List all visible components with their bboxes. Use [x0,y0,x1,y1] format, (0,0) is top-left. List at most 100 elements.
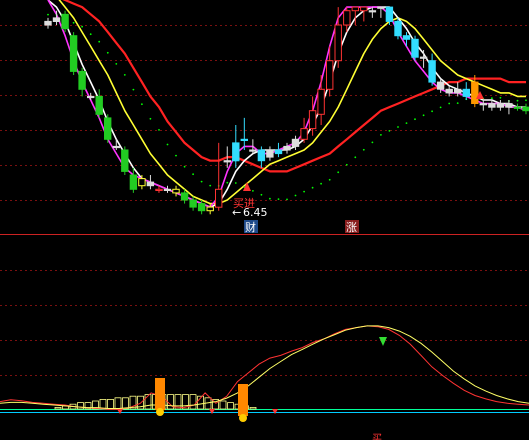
candle-body [283,145,291,151]
dotted-ma-point [380,134,382,136]
rise-badge-label: 涨 [346,221,357,234]
dotted-ma-point [499,96,502,99]
flame-base [156,408,164,416]
low-arrow-marker: ← [232,206,241,219]
dotted-ma-point [491,97,493,100]
candle-body [291,138,300,147]
candle-body [334,24,342,62]
candle-body [69,35,78,72]
candle-body [121,149,129,172]
candle-body [87,95,95,99]
ma-white-line [47,0,526,208]
candle-body [419,56,428,59]
dotted-ma-point [303,190,305,193]
dotted-ma-point [269,197,271,200]
indicator-bar [144,394,152,410]
dotted-ma-point [311,186,314,189]
candle-body [505,103,513,108]
dotted-ma-point [175,154,177,157]
candle-body [155,188,163,192]
candle-body [163,188,172,192]
dotted-ma-point [371,141,374,144]
candle-body [436,81,445,90]
dotted-ma-point [345,163,348,166]
candle-body [129,174,138,190]
candle-body [172,188,180,194]
candle-body [343,10,351,26]
candle-body [471,81,479,104]
dotted-ma-point [422,114,425,117]
dotted-ma-point [431,110,433,113]
dotted-ma-point [209,184,212,187]
candle-body [394,20,402,37]
down-arrow-signal [379,337,387,346]
candle-body [95,95,103,115]
indicator-bar [54,406,62,410]
indicator-bar [107,398,114,410]
indicator-lines [0,325,529,410]
dotted-ma-point [141,103,143,106]
candle-body [488,103,496,108]
dotted-ma-point [439,106,442,109]
candle-body [223,160,232,163]
dotted-ma-point [337,171,340,174]
ma-magenta-line [47,0,527,208]
dotted-ma-point [98,40,101,43]
moving-averages [47,0,527,208]
dotted-ma-point [72,21,75,24]
dotted-ma-point [252,190,254,192]
indicator-bar [189,394,197,410]
signal-label: 买 [372,433,382,440]
candle-body [402,35,411,40]
dotted-ma-point [183,165,186,168]
candle-body [138,178,146,187]
flame-marker [155,378,165,410]
candle-body [496,103,505,108]
candle-body [266,149,274,158]
candle-body [78,70,86,90]
candle-body [308,110,317,130]
dotted-ma-point [414,118,416,121]
candle-body [360,6,368,12]
dotted-ma-point [115,63,118,65]
candle-body [274,149,283,155]
candle-body [249,149,257,152]
dotted-ma-point [81,25,83,28]
candle-body [44,20,52,26]
dotted-ma-point [456,102,459,104]
low-price-label: 6.45 [243,206,268,219]
dotted-ma-point [89,33,92,36]
candle-body [61,13,69,30]
candle-body [385,6,394,22]
candle-body [104,117,112,140]
dotted-ma-point [277,198,280,201]
candle-body [445,88,453,94]
dotted-ma-point [286,198,288,201]
candle-body [522,106,529,112]
candle-body [146,181,155,187]
candle-body [368,10,377,13]
candle-body [317,88,325,115]
candle-body [52,17,61,22]
dotted-ma-point [354,156,357,159]
finance-badge-label: 财 [245,220,256,234]
dotted-ma-point [525,99,527,102]
dotted-ma-point [123,74,126,76]
dotted-ma-point [516,99,519,102]
candle-body [326,60,334,90]
candle-body [351,6,360,12]
dotted-ma-point [166,143,169,146]
dotted-ma-point [388,130,391,132]
candle-body [189,199,197,208]
dotted-ma-point [234,182,237,184]
dotted-ma-point [200,180,203,183]
candle-body [240,138,249,142]
candle-body [180,192,189,201]
dotted-ma-point [47,13,49,16]
indicator-bar [77,402,84,410]
dotted-ma-point [294,194,297,197]
candle-body [377,6,385,9]
candle-body [232,142,240,162]
dotted-ma-point [132,88,135,91]
candle-body [206,206,214,212]
